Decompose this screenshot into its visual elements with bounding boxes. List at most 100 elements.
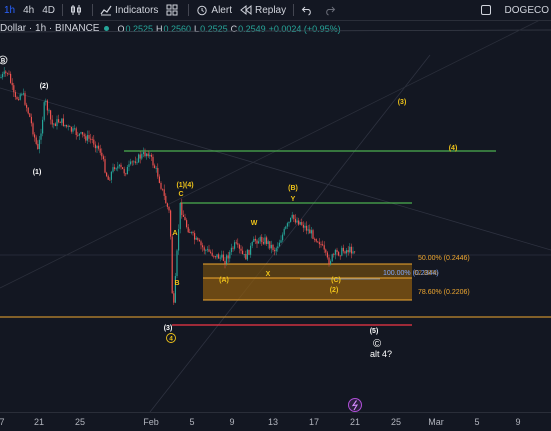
candle-body [128,164,130,167]
candle-body [144,152,146,157]
candle-body [200,241,202,246]
candle-body [21,94,23,96]
candle-body [197,237,199,240]
candle-body [203,247,205,251]
candle-body [158,176,160,183]
channel-line [0,87,551,251]
candle-body [83,134,85,137]
candle-body [286,223,288,227]
candle-body [123,168,125,174]
candle-body [194,233,196,240]
candle-body [160,182,162,189]
candle-body [184,216,186,221]
candle-body [352,251,354,254]
candle-body [277,246,279,249]
candle-body [243,254,245,255]
candle-body [125,173,127,175]
candle-body [210,251,212,253]
candle-body [190,231,192,233]
candle-body [242,250,244,255]
time-tick: 5 [189,417,195,427]
price-chart-canvas[interactable]: 50.00% (0.2446) 100.00% (0.2344) 62.88% … [0,0,551,412]
candle-body [74,128,76,130]
candle-body [296,220,298,223]
candle-body [320,244,322,245]
candle-body [8,73,10,75]
candle-body [354,251,356,253]
candle-body [163,189,165,196]
candle-body [134,161,136,163]
candle-body [262,242,264,244]
candle-body [304,225,306,228]
candle-body [86,135,88,141]
candle-body [338,252,340,256]
candle-body [323,245,325,250]
candle-body [98,145,100,149]
candle-body [186,220,188,228]
candle-body [138,154,140,163]
fib-label-50: 50.00% (0.2446) [418,255,470,262]
candle-body [30,116,32,124]
candle-body [342,247,344,252]
wave-label-2: (2) [40,83,49,90]
candle-body [269,241,271,249]
candle-body [114,167,116,170]
candle-body [256,240,258,244]
candle-body [96,145,98,149]
wave-label-3-bottom: (3) [164,325,173,332]
candle-body [312,230,314,239]
candle-body [336,249,338,253]
time-axis[interactable]: 7 21 25 Feb 5 9 13 17 21 25 Mar 5 9 [0,412,551,431]
candle-body [227,255,229,259]
candle-body [299,222,301,225]
chart-app: 1h 4h 4D Indicators Alert Replay DOGECO … [0,0,551,431]
candle-body [318,242,320,245]
candle-body [133,161,135,163]
candle-body [290,217,292,222]
candle-body [334,249,336,255]
candle-body [350,246,352,254]
candle-body [88,135,90,139]
wave-label-4-circle: 4 [169,336,173,343]
candle-body [77,135,79,136]
candle-body [99,148,101,153]
candle-body [235,242,237,244]
candle-body [298,220,300,225]
candle-body [288,221,290,224]
lightning-icon[interactable] [348,398,362,412]
candle-body [182,214,184,217]
candle-body [187,227,189,233]
candle-body [264,237,266,244]
candle-body [192,231,194,234]
candle-body [278,242,280,247]
candle-body [54,123,56,127]
wave-label-1-4: (1)(4) [176,182,193,189]
wave-label-W: W [251,220,258,227]
candle-body [222,254,224,261]
candle-body [142,152,144,155]
candle-body [267,241,269,244]
candle-body [102,156,104,160]
candle-body [37,143,39,150]
wave-label-5: (5) [370,328,379,335]
candle-body [109,179,111,181]
candle-body [234,242,236,249]
channel-line [0,29,551,33]
wave-label-B-top: B [1,59,6,65]
time-tick: 9 [515,417,521,427]
candle-body [325,249,327,253]
candle-body [173,293,175,303]
candle-body [274,250,276,252]
candle-body [62,118,64,127]
candle-body [46,100,48,111]
candle-body [259,237,261,242]
candle-body [147,153,149,157]
candle-body [56,119,58,127]
candle-body [19,94,21,100]
candle-body [34,134,36,138]
candle-body [293,214,295,219]
candle-body [26,104,28,108]
candle-body [280,240,282,243]
candle-body [59,122,61,123]
candle-body [67,126,69,127]
